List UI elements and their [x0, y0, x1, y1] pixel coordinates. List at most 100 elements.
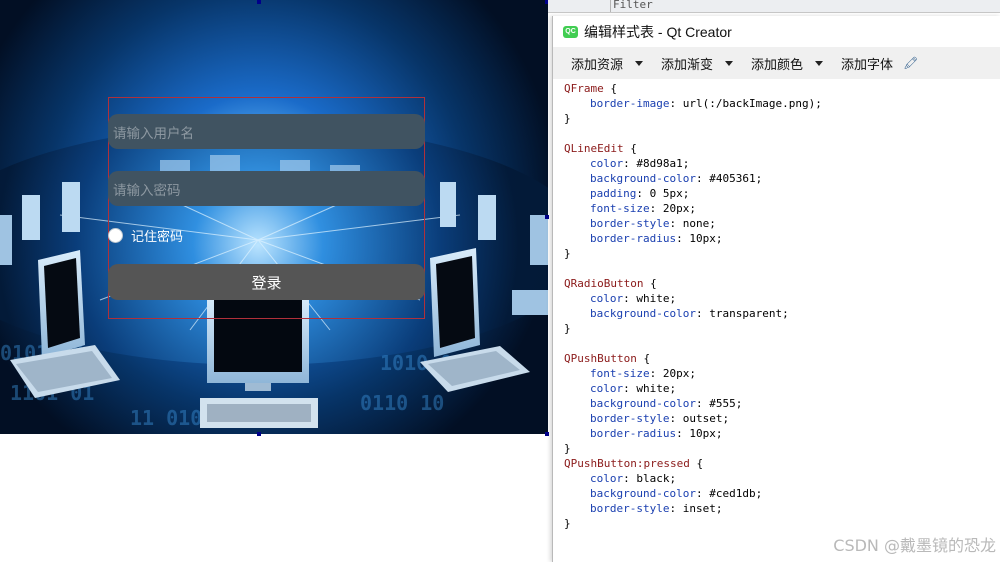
add-resource-button[interactable]: 添加资源 [571, 54, 644, 73]
css-value: 10px [689, 232, 716, 245]
remember-password-label: 记住密码 [131, 229, 184, 245]
css-value: 0 5px [649, 187, 683, 200]
css-value: outset [682, 412, 723, 425]
username-input[interactable]: 请输入用户名 [108, 114, 425, 149]
stylesheet-editor[interactable]: QFrame { border-image: url(:/backImage.pn… [553, 79, 1000, 562]
add-resource-label: 添加资源 [571, 57, 624, 73]
login-button[interactable]: 登录 [108, 264, 425, 300]
font-picker-icon[interactable]: 🖍 [903, 56, 918, 70]
add-gradient-dropdown-icon[interactable] [725, 60, 734, 66]
radio-circle-icon[interactable] [108, 227, 123, 243]
css-property: border-radius [590, 232, 677, 245]
code-close-brace: } [564, 442, 571, 455]
code-selector-line: QPushButton { [564, 352, 651, 365]
css-selector: QPushButton [564, 352, 637, 365]
add-gradient-button[interactable]: 添加渐变 [661, 54, 734, 73]
css-value: #405361 [709, 172, 756, 185]
edit-stylesheet-dialog: QC 编辑样式表 - Qt Creator 添加资源 添加渐变 添加颜色 添加字… [552, 16, 1000, 562]
css-value: black [636, 472, 670, 485]
filter-divider [610, 0, 611, 12]
css-property: color [590, 292, 624, 305]
code-close-brace: } [564, 517, 571, 530]
css-property: border-style [590, 217, 670, 230]
css-value: #555 [709, 397, 736, 410]
code-property-line: border-image: url(:/backImage.png); [590, 97, 822, 110]
stylesheet-toolbar: 添加资源 添加渐变 添加颜色 添加字体 🖍 [553, 47, 1000, 79]
code-selector-line: QPushButton:pressed { [564, 457, 704, 470]
code-property-line: background-color: #ced1db; [590, 487, 763, 500]
password-input[interactable]: 请输入密码 [108, 171, 425, 206]
css-value: inset [682, 502, 716, 515]
css-value: 20px [662, 202, 690, 215]
code-property-line: color: white; [590, 382, 677, 395]
css-property: background-color [590, 397, 696, 410]
code-property-line: border-radius: 10px; [590, 232, 723, 245]
css-selector: QPushButton:pressed [564, 457, 690, 470]
css-property: background-color [590, 172, 696, 185]
code-property-line: border-radius: 10px; [590, 427, 723, 440]
add-color-dropdown-icon[interactable] [815, 60, 824, 66]
stylesheet-code[interactable]: QFrame { border-image: url(:/backImage.pn… [553, 79, 1000, 531]
css-value: white [636, 292, 670, 305]
csdn-watermark: CSDN @戴墨镜的恐龙 [833, 536, 996, 555]
add-color-button[interactable]: 添加颜色 [751, 54, 824, 73]
svg-text:11 010: 11 010 [130, 406, 202, 430]
code-property-line: background-color: #555; [590, 397, 743, 410]
css-selector: QLineEdit [564, 142, 624, 155]
password-placeholder: 请输入密码 [113, 182, 181, 199]
remember-password-radio[interactable]: 记住密码 [108, 226, 184, 245]
code-property-line: background-color: transparent; [590, 307, 789, 320]
add-resource-dropdown-icon[interactable] [635, 60, 644, 66]
code-property-line: font-size: 20px; [590, 367, 696, 380]
filter-strip: Filter [548, 0, 1000, 13]
code-selector-line: QFrame { [564, 82, 617, 95]
css-value: #8d98a1 [636, 157, 683, 170]
code-close-brace: } [564, 247, 571, 260]
svg-text:0110 10: 0110 10 [360, 391, 444, 415]
code-property-line: border-style: inset; [590, 502, 723, 515]
css-property: color [590, 382, 624, 395]
code-property-line: color: #8d98a1; [590, 157, 690, 170]
code-property-line: padding: 0 5px; [590, 187, 690, 200]
code-selector-line: QLineEdit { [564, 142, 637, 155]
code-close-brace: } [564, 322, 571, 335]
css-property: color [590, 472, 624, 485]
css-value: url(:/backImage.png) [682, 97, 816, 110]
login-button-label: 登录 [251, 273, 282, 292]
css-property: font-size [590, 202, 650, 215]
username-placeholder: 请输入用户名 [113, 125, 194, 142]
resize-handle-top[interactable] [257, 0, 261, 4]
code-property-line: font-size: 20px; [590, 202, 696, 215]
dialog-titlebar[interactable]: QC 编辑样式表 - Qt Creator [553, 16, 1000, 47]
add-gradient-label: 添加渐变 [661, 57, 714, 73]
css-value: transparent [709, 307, 783, 320]
resize-handle-bottom[interactable] [257, 432, 261, 436]
add-font-label: 添加字体 [841, 57, 894, 73]
add-font-button[interactable]: 添加字体 🖍 [841, 54, 918, 73]
css-property: color [590, 157, 624, 170]
css-value: 20px [662, 367, 690, 380]
code-selector-line: QRadioButton { [564, 277, 657, 290]
css-selector: QRadioButton [564, 277, 644, 290]
resize-handle-right[interactable] [545, 215, 549, 219]
code-close-brace: } [564, 112, 571, 125]
css-property: border-style [590, 502, 670, 515]
css-property: border-image [590, 97, 670, 110]
css-property: border-radius [590, 427, 677, 440]
css-property: background-color [590, 487, 696, 500]
resize-handle-bottom-right[interactable] [545, 432, 549, 436]
qt-creator-logo-icon: QC [563, 25, 578, 38]
code-property-line: color: black; [590, 472, 677, 485]
css-value: white [636, 382, 670, 395]
css-selector: QFrame [564, 82, 604, 95]
form-preview: 0101 10 1101 01 1010 01 0110 10 11 010 [0, 0, 548, 434]
code-property-line: color: white; [590, 292, 677, 305]
css-value: #ced1db [709, 487, 756, 500]
css-property: border-style [590, 412, 670, 425]
css-value: 10px [689, 427, 716, 440]
add-color-label: 添加颜色 [751, 57, 804, 73]
code-property-line: background-color: #405361; [590, 172, 763, 185]
